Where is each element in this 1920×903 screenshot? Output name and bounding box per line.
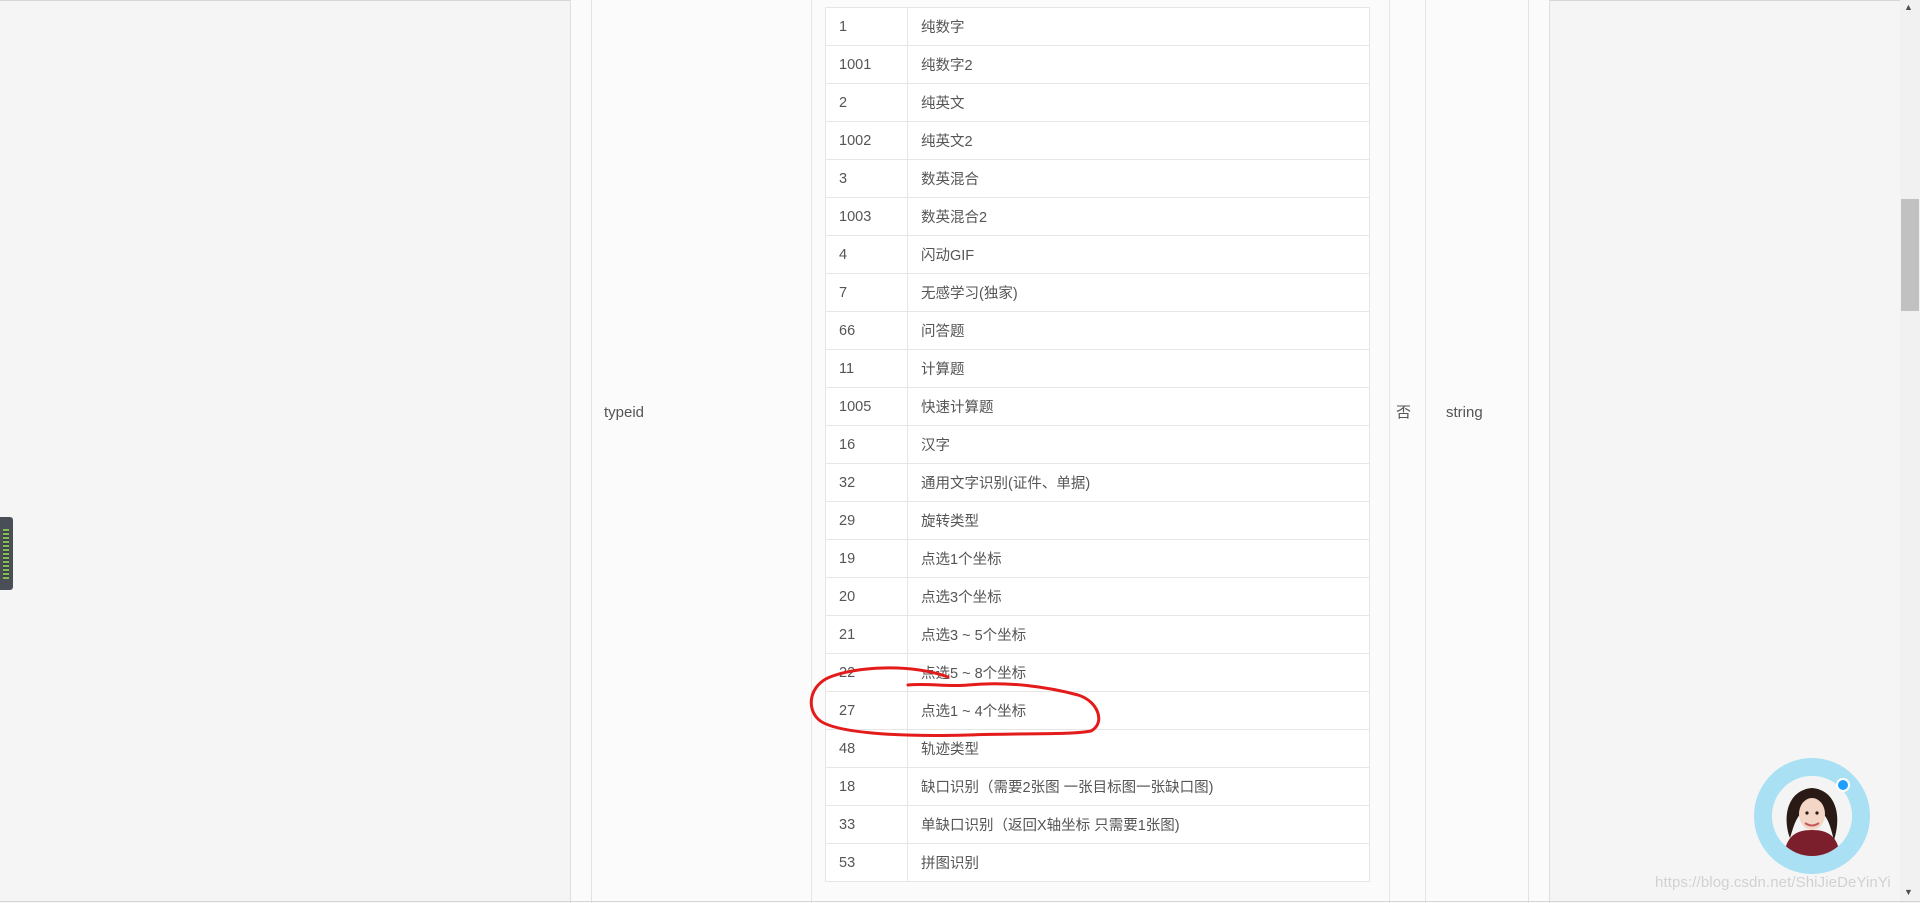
table-row: 66 问答题 [825, 311, 1370, 350]
param-name-cell: typeid [591, 0, 812, 903]
typeid-code: 16 [825, 425, 908, 464]
typeid-description: 缺口识别（需要2张图 一张目标图一张缺口图) [907, 767, 1370, 806]
typeid-description: 计算题 [907, 349, 1370, 388]
typeid-code: 1002 [825, 121, 908, 160]
param-required-cell: 否 [1390, 0, 1426, 903]
watermark-text: https://blog.csdn.net/ShiJieDeYinYi [1655, 874, 1891, 891]
typeid-code: 7 [825, 273, 908, 312]
typeid-code: 33 [825, 805, 908, 844]
typeid-code: 1005 [825, 387, 908, 426]
typeid-description: 通用文字识别(证件、单据) [907, 463, 1370, 502]
table-row: 16 汉字 [825, 425, 1370, 464]
table-row: 48 轨迹类型 [825, 729, 1370, 768]
table-row: 32 通用文字识别(证件、单据) [825, 463, 1370, 502]
scroll-up-arrow-icon[interactable]: ▲ [1904, 2, 1913, 12]
typeid-description: 单缺口识别（返回X轴坐标 只需要1张图) [907, 805, 1370, 844]
table-row: 1 纯数字 [825, 7, 1370, 46]
typeid-description: 无感学习(独家) [907, 273, 1370, 312]
typeid-code: 22 [825, 653, 908, 692]
table-row: 18 缺口识别（需要2张图 一张目标图一张缺口图) [825, 767, 1370, 806]
typeid-description: 点选3个坐标 [907, 577, 1370, 616]
param-type-cell: string [1426, 0, 1528, 903]
typeid-description: 闪动GIF [907, 235, 1370, 274]
customer-service-avatar-button[interactable] [1754, 758, 1870, 874]
typeid-description: 旋转类型 [907, 501, 1370, 540]
typeid-code: 66 [825, 311, 908, 350]
typeid-description: 轨迹类型 [907, 729, 1370, 768]
typeid-description: 问答题 [907, 311, 1370, 350]
panel-inner-border-right [1528, 0, 1529, 903]
table-row: 53 拼图识别 [825, 843, 1370, 882]
param-table-row: typeid 否 string 1 纯数字 1001 纯数字2 2 纯英文 1002 纯英文2… [591, 0, 1528, 903]
typeid-code: 1003 [825, 197, 908, 236]
table-row: 2 纯英文 [825, 83, 1370, 122]
online-status-dot [1836, 778, 1850, 792]
vertical-scrollbar[interactable] [1900, 0, 1920, 903]
table-row: 33 单缺口识别（返回X轴坐标 只需要1张图) [825, 805, 1370, 844]
table-row: 11 计算题 [825, 349, 1370, 388]
typeid-code: 11 [825, 349, 908, 388]
typeid-description: 点选1个坐标 [907, 539, 1370, 578]
table-row: 20 点选3个坐标 [825, 577, 1370, 616]
level-meter-icon [3, 529, 9, 579]
typeid-values-table: 1 纯数字 1001 纯数字2 2 纯英文 1002 纯英文2 3 数英混合 1003 数英混合2 4 闪… [825, 7, 1370, 882]
typeid-description: 纯英文 [907, 83, 1370, 122]
typeid-code: 53 [825, 843, 908, 882]
typeid-code: 4 [825, 235, 908, 274]
table-row: 7 无感学习(独家) [825, 273, 1370, 312]
scrollbar-thumb[interactable] [1901, 199, 1919, 311]
table-row: 3 数英混合 [825, 159, 1370, 198]
typeid-code: 1001 [825, 45, 908, 84]
typeid-description: 汉字 [907, 425, 1370, 464]
table-row-highlighted: 27 点选1 ~ 4个坐标 [825, 691, 1370, 730]
typeid-code: 29 [825, 501, 908, 540]
param-type: string [1446, 404, 1483, 421]
param-required: 否 [1396, 404, 1412, 421]
typeid-code: 20 [825, 577, 908, 616]
typeid-description: 点选3 ~ 5个坐标 [907, 615, 1370, 654]
typeid-description: 纯数字2 [907, 45, 1370, 84]
table-row: 1003 数英混合2 [825, 197, 1370, 236]
typeid-description: 点选5 ~ 8个坐标 [907, 653, 1370, 692]
typeid-description: 数英混合2 [907, 197, 1370, 236]
param-name: typeid [604, 404, 645, 421]
typeid-description: 拼图识别 [907, 843, 1370, 882]
typeid-code: 21 [825, 615, 908, 654]
typeid-code: 2 [825, 83, 908, 122]
typeid-code: 27 [825, 691, 908, 730]
typeid-description: 数英混合 [907, 159, 1370, 198]
table-row: 4 闪动GIF [825, 235, 1370, 274]
typeid-code: 18 [825, 767, 908, 806]
typeid-code: 3 [825, 159, 908, 198]
table-row: 1005 快速计算题 [825, 387, 1370, 426]
table-row: 22 点选5 ~ 8个坐标 [825, 653, 1370, 692]
table-row: 21 点选3 ~ 5个坐标 [825, 615, 1370, 654]
table-row: 19 点选1个坐标 [825, 539, 1370, 578]
typeid-description: 快速计算题 [907, 387, 1370, 426]
typeid-code: 48 [825, 729, 908, 768]
page-bottom-border [0, 901, 1920, 902]
typeid-description: 纯数字 [907, 7, 1370, 46]
typeid-description: 点选1 ~ 4个坐标 [907, 691, 1370, 730]
typeid-description: 纯英文2 [907, 121, 1370, 160]
scroll-down-arrow-icon[interactable]: ▼ [1904, 887, 1913, 897]
table-row: 1001 纯数字2 [825, 45, 1370, 84]
typeid-code: 1 [825, 7, 908, 46]
typeid-code: 32 [825, 463, 908, 502]
table-row: 1002 纯英文2 [825, 121, 1370, 160]
table-row: 29 旋转类型 [825, 501, 1370, 540]
side-panel-handle[interactable] [0, 517, 13, 590]
typeid-code: 19 [825, 539, 908, 578]
